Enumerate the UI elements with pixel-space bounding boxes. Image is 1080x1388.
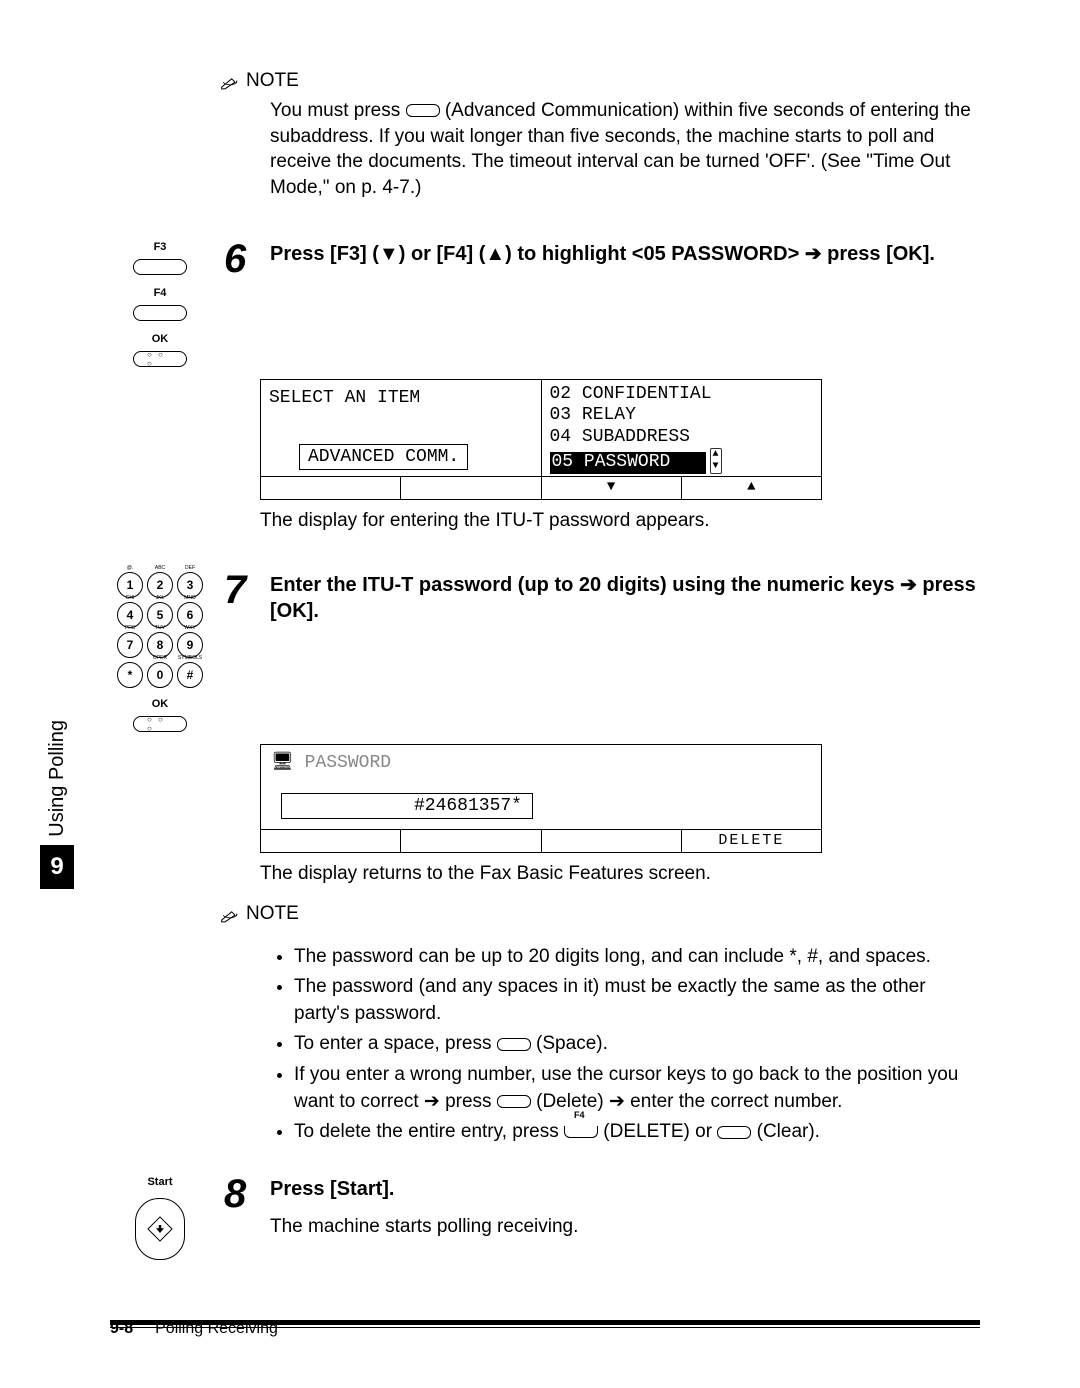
key-icon [497, 1038, 531, 1051]
side-tab-label: Using Polling [46, 720, 69, 837]
pencil-icon [220, 907, 240, 921]
keypad-diagram: @.1 ABC2 DEF3 GHI4 JKL5 MNO6 PRS7 TUV8 W… [110, 572, 210, 732]
note-label: NOTE [246, 903, 299, 925]
key-diagram-f3-f4-ok: F3 F4 OK ○ ○ ○ [110, 241, 210, 367]
step7-caption: The display returns to the Fax Basic Fea… [260, 863, 980, 885]
pencil-icon [220, 74, 240, 88]
key-icon [406, 104, 440, 117]
step-8: Start 8 Press [Start]. The machine start… [110, 1176, 980, 1260]
step-title: Press [Start]. [270, 1176, 980, 1202]
step-title: Enter the ITU-T password (up to 20 digit… [270, 572, 980, 624]
f3-key-icon [133, 259, 187, 275]
f4-key-icon [133, 305, 187, 321]
start-key-icon [135, 1198, 185, 1260]
start-key-diagram: Start [110, 1176, 210, 1260]
section-title: Polling Receiving [155, 1320, 278, 1338]
key-icon [717, 1126, 751, 1139]
ok-key-icon: ○ ○ ○ [133, 351, 187, 367]
lcd-screen-2: 🖥 PASSWORD #24681357* DELETE [260, 744, 822, 853]
side-tab-number: 9 [40, 845, 74, 889]
step8-caption: The machine starts polling receiving. [270, 1216, 980, 1238]
step-7: @.1 ABC2 DEF3 GHI4 JKL5 MNO6 PRS7 TUV8 W… [110, 572, 980, 732]
step-number: 6 [224, 241, 256, 277]
f4-key-icon [564, 1126, 598, 1138]
ok-key-icon: ○ ○ ○ [133, 716, 187, 732]
note-header: NOTE [220, 70, 980, 92]
lcd-screen-1: SELECT AN ITEM ADVANCED COMM. 02 CONFIDE… [260, 379, 822, 500]
step6-caption: The display for entering the ITU-T passw… [260, 510, 980, 532]
note-header: NOTE [220, 903, 980, 925]
page-footer: 9-8 Polling Receiving [110, 1314, 980, 1338]
start-diamond-icon [147, 1216, 172, 1241]
step-6: F3 F4 OK ○ ○ ○ 6 Press [F3] (▼) or [F4] … [110, 241, 980, 367]
delete-softkey: DELETE [681, 830, 821, 852]
password-value: #24681357* [281, 793, 533, 819]
advanced-comm-box: ADVANCED COMM. [299, 444, 468, 470]
step-number: 7 [224, 572, 256, 608]
key-icon [497, 1095, 531, 1108]
step-number: 8 [224, 1176, 256, 1212]
note-bullets: The password can be up to 20 digits long… [280, 944, 980, 1146]
highlighted-item: 05 PASSWORD [550, 452, 706, 474]
note-label: NOTE [246, 70, 299, 92]
up-arrow-icon: ▲ [681, 477, 821, 499]
side-tab: Using Polling 9 [40, 720, 74, 889]
note-body: You must press (Advanced Communication) … [270, 98, 980, 201]
step-title: Press [F3] (▼) or [F4] (▲) to highlight … [270, 241, 980, 267]
page-number: 9-8 [110, 1320, 133, 1338]
down-arrow-icon: ▼ [541, 477, 681, 499]
